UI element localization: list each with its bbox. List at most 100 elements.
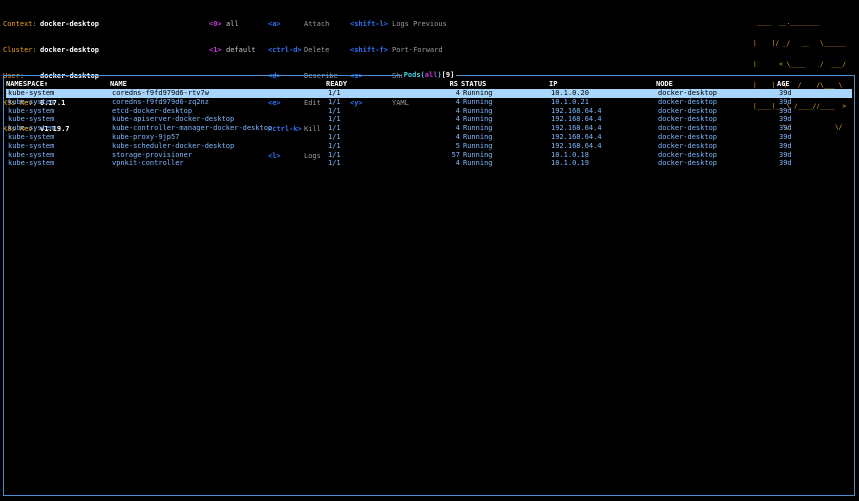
table-row[interactable]: kube-system kube-scheduler-docker-desktop… xyxy=(6,142,852,151)
cell-namespace: kube-system xyxy=(8,97,55,106)
shortcut-delete[interactable]: <ctrl-d> Delete xyxy=(268,45,329,55)
shortcut-command: Delete xyxy=(304,45,330,54)
info-value: docker-desktop xyxy=(40,19,100,28)
cell-rs: 57 xyxy=(451,150,460,159)
title-resource: Pods( xyxy=(403,71,425,79)
cell-age: 39d xyxy=(779,150,792,159)
cell-age: 39d xyxy=(779,97,792,106)
cell-ready: 1/1 xyxy=(328,141,341,150)
cell-age: 39d xyxy=(779,89,792,97)
cell-ready: 1/1 xyxy=(328,133,341,141)
shortcut-key: <1> xyxy=(209,45,222,54)
cell-node: docker-desktop xyxy=(658,159,718,168)
namespace-shortcut-default[interactable]: <1> default xyxy=(209,45,256,55)
cell-name: vpnkit-controller xyxy=(112,159,184,168)
header-status[interactable]: STATUS xyxy=(461,80,486,89)
table-row[interactable]: kube-system kube-controller-manager-docke… xyxy=(6,124,852,133)
cell-namespace: kube-system xyxy=(8,124,55,133)
shortcut-command: Attach xyxy=(304,19,330,28)
cell-ip: 192.168.64.4 xyxy=(551,106,602,115)
title-count: [9] xyxy=(441,71,455,79)
cell-age: 39d xyxy=(779,124,792,133)
cell-namespace: kube-system xyxy=(8,115,55,124)
cell-node: docker-desktop xyxy=(658,150,718,159)
cell-age: 39d xyxy=(779,106,792,115)
cell-namespace: kube-system xyxy=(8,159,55,168)
cell-rs: 4 xyxy=(455,115,460,124)
header-namespace[interactable]: NAMESPACE↑ xyxy=(6,80,48,89)
cell-status: Running xyxy=(463,89,493,97)
shortcut-logs-previous[interactable]: <shift-l> Logs Previous xyxy=(350,19,447,29)
cell-ready: 1/1 xyxy=(328,124,341,133)
cell-namespace: kube-system xyxy=(8,133,55,141)
cell-status: Running xyxy=(463,133,493,141)
cell-rs: 4 xyxy=(455,106,460,115)
header-node[interactable]: NODE xyxy=(656,80,673,89)
namespace-name: all xyxy=(226,19,239,28)
cell-ready: 1/1 xyxy=(328,106,341,115)
cell-name: coredns-f9fd979d6-zq2nz xyxy=(112,97,209,106)
cell-ready: 1/1 xyxy=(328,159,341,168)
header-name[interactable]: NAME xyxy=(110,80,127,89)
namespace-shortcut-all[interactable]: <0> all xyxy=(209,20,239,29)
logo-line: | < \____ / ___/ xyxy=(753,61,847,68)
table-row[interactable]: kube-system kube-apiserver-docker-desktop… xyxy=(6,115,852,124)
cell-rs: 4 xyxy=(455,97,460,106)
shortcut-port-forward[interactable]: <shift-f> Port-Forward xyxy=(350,45,443,55)
cell-ip: 10.1.0.19 xyxy=(551,159,589,168)
cell-name: kube-controller-manager-docker-desktop xyxy=(112,124,273,133)
cell-status: Running xyxy=(463,141,493,150)
cell-name: etcd-docker-desktop xyxy=(112,106,193,115)
cell-node: docker-desktop xyxy=(658,106,718,115)
cell-ready: 1/1 xyxy=(328,89,341,97)
table-row[interactable]: kube-system vpnkit-controller 1/1 4 Running 1… xyxy=(6,159,852,168)
cell-namespace: kube-system xyxy=(8,106,55,115)
cell-node: docker-desktop xyxy=(658,89,718,97)
table-row[interactable]: kube-system storage-provisioner 1/1 57 Runni… xyxy=(6,151,852,160)
info-label: Cluster: xyxy=(3,45,37,54)
shortcut-key: <a> xyxy=(268,19,281,28)
table-row[interactable]: kube-system coredns-f9fd979d6-rtv7w 1/1 4 Ru… xyxy=(6,89,852,98)
header-rs[interactable]: RS xyxy=(434,80,458,89)
info-value: docker-desktop xyxy=(40,45,100,54)
shortcut-key: <ctrl-d> xyxy=(268,45,302,54)
cell-rs: 5 xyxy=(455,141,460,150)
info-cluster: Cluster: docker-desktop xyxy=(3,45,99,55)
cell-namespace: kube-system xyxy=(8,150,55,159)
cell-node: docker-desktop xyxy=(658,141,718,150)
cell-age: 39d xyxy=(779,115,792,124)
cell-node: docker-desktop xyxy=(658,133,718,141)
header-ip[interactable]: IP xyxy=(549,80,557,89)
namespace-shortcuts: <0> all <1> default xyxy=(209,2,256,64)
cell-name: kube-proxy-9jp57 xyxy=(112,133,180,141)
shortcut-command: Port-Forward xyxy=(392,45,443,54)
table-row[interactable]: kube-system etcd-docker-desktop 1/1 4 Runnin… xyxy=(6,107,852,116)
table-row[interactable]: kube-system coredns-f9fd979d6-zq2nz 1/1 4 Ru… xyxy=(6,98,852,107)
cell-status: Running xyxy=(463,97,493,106)
cell-node: docker-desktop xyxy=(658,115,718,124)
table-row[interactable]: kube-system kube-proxy-9jp57 1/1 4 Running 19… xyxy=(6,133,852,142)
info-label: Context: xyxy=(3,19,37,28)
cell-rs: 4 xyxy=(455,133,460,141)
shortcut-command: Logs Previous xyxy=(392,19,447,28)
cell-status: Running xyxy=(463,150,493,159)
cell-node: docker-desktop xyxy=(658,124,718,133)
header-age[interactable]: AGE xyxy=(777,80,790,89)
cell-status: Running xyxy=(463,159,493,168)
shortcut-key: <shift-l> xyxy=(350,19,388,28)
cell-ready: 1/1 xyxy=(328,150,341,159)
table-header: NAMESPACE↑ NAME READY RS STATUS IP NODE … xyxy=(4,80,854,89)
header-ready[interactable]: READY xyxy=(326,80,347,89)
cell-namespace: kube-system xyxy=(8,141,55,150)
cell-age: 39d xyxy=(779,133,792,141)
cell-age: 39d xyxy=(779,159,792,168)
shortcut-key: <shift-f> xyxy=(350,45,388,54)
shortcut-attach[interactable]: <a> Attach xyxy=(268,19,329,29)
cell-status: Running xyxy=(463,124,493,133)
cell-name: coredns-f9fd979d6-rtv7w xyxy=(112,89,209,97)
cell-age: 39d xyxy=(779,141,792,150)
logo-line: ____ __.________ xyxy=(753,19,847,26)
cell-name: kube-scheduler-docker-desktop xyxy=(112,141,235,150)
cell-ready: 1/1 xyxy=(328,97,341,106)
cell-ip: 192.168.64.4 xyxy=(551,115,602,124)
